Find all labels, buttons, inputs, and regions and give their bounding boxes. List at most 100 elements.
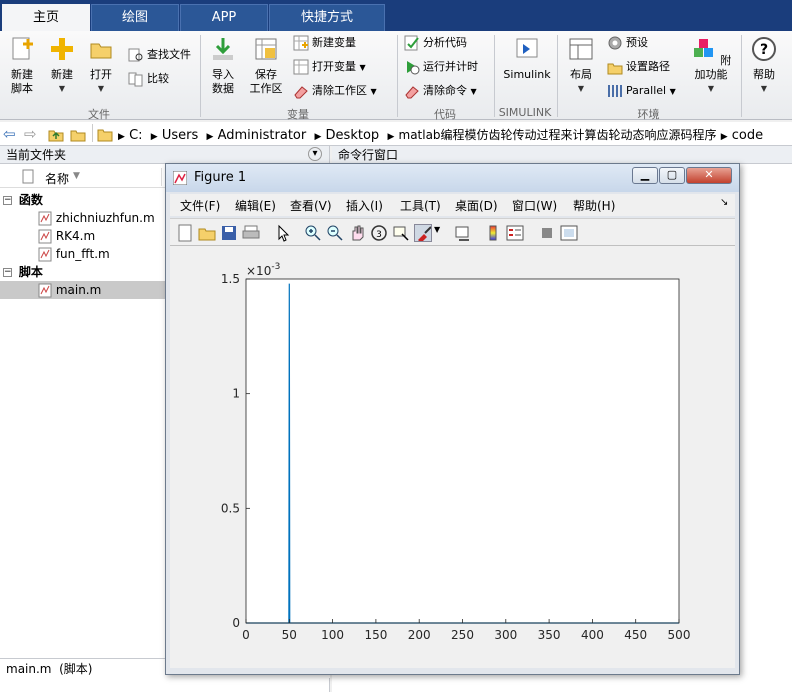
- figure-title-bar[interactable]: Figure 1 ▁ ▢ ✕: [166, 164, 739, 192]
- addons-button[interactable]: 附加功能 ▼: [686, 36, 736, 96]
- chevron-down-icon[interactable]: ▼: [434, 225, 440, 234]
- new-figure-icon[interactable]: [176, 224, 194, 242]
- dock-arrow-icon[interactable]: ↘: [720, 197, 728, 208]
- pan-icon[interactable]: [348, 224, 366, 242]
- environment-group-label: 环境: [637, 108, 660, 121]
- breadcrumb-item[interactable]: C:: [129, 128, 142, 143]
- m-file-icon: [38, 229, 52, 244]
- x-tick-label: 150: [364, 628, 387, 642]
- menu-edit[interactable]: 编辑(E): [235, 197, 276, 214]
- breadcrumb-item[interactable]: Users: [162, 128, 198, 143]
- find-files-icon: [128, 48, 143, 62]
- tree-group-scripts[interactable]: − 脚本: [3, 263, 43, 281]
- data-cursor-icon[interactable]: [392, 224, 410, 242]
- m-file-icon: [38, 283, 52, 298]
- compare-icon: [128, 72, 143, 87]
- save-workspace-button[interactable]: 保存 工作区: [246, 36, 286, 96]
- file-column-icon: [22, 169, 34, 184]
- y-tick-label: 1.5: [221, 272, 240, 286]
- link-plot-icon[interactable]: [454, 224, 472, 242]
- tab-home[interactable]: 主页: [2, 4, 90, 31]
- new-variable-button[interactable]: 新建变量: [293, 33, 356, 53]
- save-icon[interactable]: [220, 224, 238, 242]
- open-variable-icon: [293, 59, 309, 75]
- up-folder-icon[interactable]: [48, 126, 64, 142]
- print-icon[interactable]: [242, 224, 260, 242]
- pointer-icon[interactable]: [274, 224, 292, 242]
- menu-file[interactable]: 文件(F): [180, 197, 220, 214]
- maximize-button[interactable]: ▢: [659, 167, 685, 184]
- compare-button[interactable]: 比较: [128, 69, 169, 89]
- folder-icon: [97, 129, 113, 142]
- zoom-out-icon[interactable]: [326, 224, 344, 242]
- menu-insert[interactable]: 插入(I): [346, 197, 383, 214]
- breadcrumb-item[interactable]: Administrator: [218, 128, 307, 143]
- axes-background: [246, 279, 679, 623]
- hide-plot-tools-icon[interactable]: [538, 224, 556, 242]
- new-script-button[interactable]: 新建 脚本: [4, 36, 40, 96]
- zoom-in-icon[interactable]: [304, 224, 322, 242]
- new-script-icon: [12, 37, 33, 60]
- show-plot-tools-icon[interactable]: [560, 224, 578, 242]
- brush-icon[interactable]: [414, 224, 432, 242]
- open-file-icon[interactable]: [198, 224, 216, 242]
- colorbar-icon[interactable]: [484, 224, 502, 242]
- find-files-label: 查找文件: [147, 48, 191, 61]
- sort-arrow-icon[interactable]: ▼: [73, 171, 80, 181]
- set-path-button[interactable]: 设置路径: [607, 57, 670, 77]
- layout-button[interactable]: 布局 ▼: [562, 36, 600, 96]
- tab-plots[interactable]: 绘图: [91, 4, 179, 31]
- menu-window[interactable]: 窗口(W): [512, 197, 557, 214]
- tree-group-label: 脚本: [18, 265, 43, 279]
- minimize-button[interactable]: ▁: [632, 167, 658, 184]
- panel-menu-icon[interactable]: ▾: [308, 147, 322, 161]
- menu-view[interactable]: 查看(V): [290, 197, 332, 214]
- preferences-button[interactable]: 预设: [607, 33, 648, 53]
- chevron-down-icon: ▼: [760, 84, 768, 93]
- group-divider: [397, 35, 398, 117]
- collapse-icon[interactable]: −: [3, 196, 12, 205]
- list-item[interactable]: RK4.m: [38, 227, 95, 245]
- simulink-button[interactable]: Simulink: [500, 36, 554, 82]
- menu-help[interactable]: 帮助(H): [573, 197, 615, 214]
- tree-group-functions[interactable]: − 函数: [3, 191, 43, 209]
- open-button[interactable]: 打开 ▼: [84, 36, 118, 96]
- browse-folder-icon[interactable]: [70, 126, 86, 142]
- eraser-icon: [405, 86, 419, 99]
- list-item[interactable]: fun_fft.m: [38, 245, 110, 263]
- tab-shortcuts[interactable]: 快捷方式: [269, 4, 385, 31]
- selected-file-details: main.m (脚本): [6, 662, 93, 676]
- collapse-icon[interactable]: −: [3, 268, 12, 277]
- back-arrow-icon[interactable]: ⇦: [3, 125, 16, 143]
- breadcrumb-item[interactable]: matlab编程模仿齿轮传动过程来计算齿轮动态响应源码程序: [399, 128, 717, 142]
- menu-tools[interactable]: 工具(T): [400, 197, 441, 214]
- clear-workspace-label: 清除工作区: [312, 84, 367, 97]
- plot-svg[interactable]: 0 50 100 150 200 250 300 350 400 450 500 0 0.5 1 1.5 ×…: [170, 246, 735, 668]
- breadcrumb-item[interactable]: code: [732, 128, 763, 143]
- minimize-icon: ▁: [640, 168, 650, 181]
- help-button[interactable]: ? 帮助 ▼: [746, 36, 782, 96]
- clear-commands-button[interactable]: 清除命令 ▼: [404, 81, 477, 101]
- import-data-button[interactable]: 导入 数据: [204, 36, 242, 96]
- figure-canvas: 0 50 100 150 200 250 300 350 400 450 500 0 0.5 1 1.5 ×…: [170, 246, 735, 668]
- rotate-3d-icon[interactable]: 3: [370, 224, 388, 242]
- tab-apps[interactable]: APP: [180, 4, 268, 31]
- simulink-group-label: SIMULINK: [498, 106, 552, 119]
- name-column-header[interactable]: 名称: [45, 170, 69, 187]
- clear-workspace-button[interactable]: 清除工作区 ▼: [293, 81, 377, 101]
- group-divider: [494, 35, 495, 117]
- legend-icon[interactable]: [506, 224, 524, 242]
- menu-desktop[interactable]: 桌面(D): [455, 197, 498, 214]
- open-variable-button[interactable]: 打开变量 ▼: [293, 57, 366, 77]
- new-button[interactable]: 新建 ▼: [45, 36, 79, 96]
- address-bar: ⇦ ⇨ ▶ C: ▶ Users ▶ Administrator ▶ Deskt…: [0, 122, 792, 146]
- breadcrumb-separator-icon: ▶: [150, 132, 158, 142]
- run-and-time-button[interactable]: 运行并计时: [404, 57, 478, 77]
- parallel-button[interactable]: Parallel ▼: [607, 81, 676, 101]
- list-item[interactable]: zhichniuzhfun.m: [38, 209, 155, 227]
- forward-arrow-icon[interactable]: ⇨: [24, 125, 37, 143]
- analyze-code-button[interactable]: 分析代码: [404, 33, 467, 53]
- close-button[interactable]: ✕: [686, 167, 732, 184]
- breadcrumb-item[interactable]: Desktop: [326, 128, 380, 143]
- find-files-button[interactable]: 查找文件: [128, 45, 191, 65]
